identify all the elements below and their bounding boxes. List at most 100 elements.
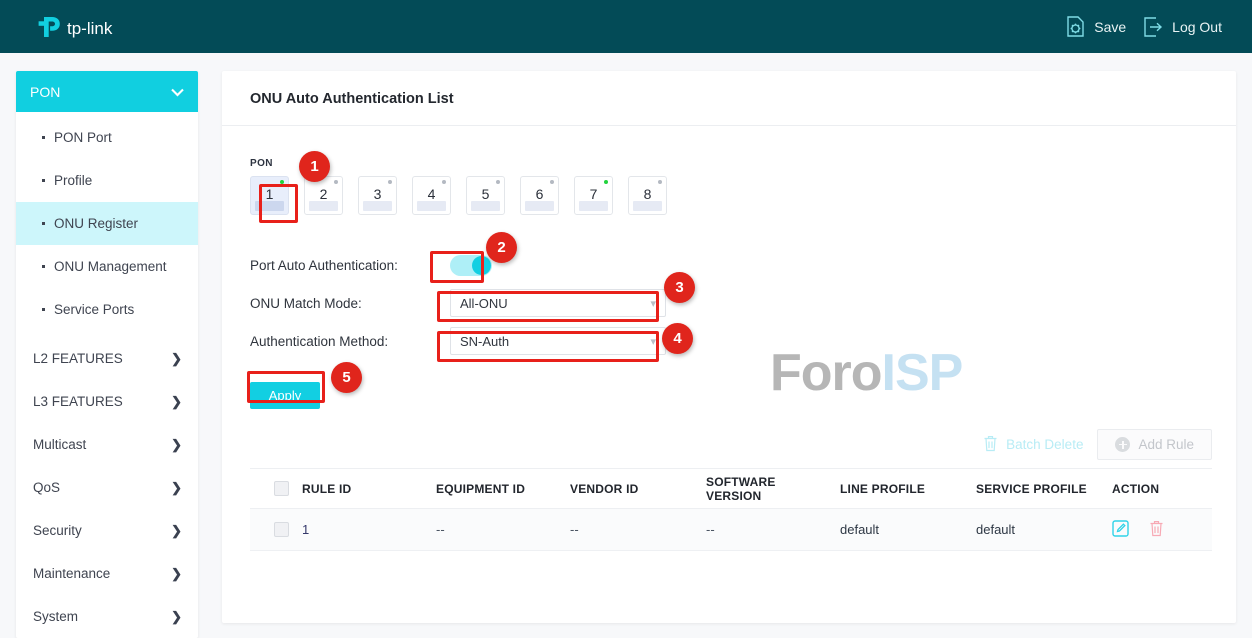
onu-match-mode-select[interactable]: All-ONU ▾ [450, 289, 666, 317]
cell-line-profile: default [840, 522, 880, 537]
port-number: 7 [589, 186, 598, 202]
port-status-led-icon [604, 180, 608, 184]
chevron-right-icon: ❯ [171, 522, 182, 538]
bullet-icon [42, 222, 45, 225]
header-equipment-id: EQUIPMENT ID [436, 481, 526, 496]
port-auto-authentication-toggle[interactable] [450, 254, 492, 276]
port-number: 8 [643, 186, 652, 202]
chevron-down-icon: ▾ [650, 335, 656, 348]
sidebar-item-service-ports[interactable]: Service Ports [16, 288, 198, 331]
logout-button[interactable]: Log Out [1144, 16, 1222, 37]
sidebar-item-pon-port[interactable]: PON Port [16, 116, 198, 159]
pon-port-2[interactable]: 2 [304, 176, 343, 215]
pon-port-1[interactable]: 1 [250, 176, 289, 215]
port-number: 1 [265, 186, 274, 202]
sidebar-item-label: ONU Management [54, 259, 167, 274]
select-all-checkbox[interactable] [274, 481, 289, 496]
sidebar-item-label: ONU Register [54, 216, 139, 231]
sidebar-section-l3-features[interactable]: L3 FEATURES ❯ [16, 380, 198, 423]
pon-port-7[interactable]: 7 [574, 176, 613, 215]
port-status-led-icon [388, 180, 392, 184]
sidebar-section-l2-features[interactable]: L2 FEATURES ❯ [16, 337, 198, 380]
sidebar-section-label: L2 FEATURES [33, 351, 123, 366]
sidebar-section-multicast[interactable]: Multicast ❯ [16, 423, 198, 466]
auto-authentication-table: RULE ID EQUIPMENT ID VENDOR ID SOFTWARE … [250, 468, 1212, 551]
apply-button[interactable]: Apply [250, 382, 320, 409]
chevron-right-icon: ❯ [171, 350, 182, 366]
header-line-profile: LINE PROFILE [840, 481, 926, 496]
authentication-method-label: Authentication Method: [250, 333, 389, 349]
page-title: ONU Auto Authentication List [250, 91, 454, 107]
sidebar-item-onu-management[interactable]: ONU Management [16, 245, 198, 288]
sidebar-item-profile[interactable]: Profile [16, 159, 198, 202]
row-authentication-method: Authentication Method: SN-Auth ▾ [250, 322, 1236, 360]
port-status-led-icon [658, 180, 662, 184]
chevron-right-icon: ❯ [171, 608, 182, 624]
pon-port-4[interactable]: 4 [412, 176, 451, 215]
sidebar-item-onu-register[interactable]: ONU Register [16, 202, 198, 245]
main-content-card: ONU Auto Authentication List ForoISP PON… [222, 71, 1236, 623]
port-number: 5 [481, 186, 490, 202]
header-software-version: SOFTWARE VERSION [706, 475, 840, 503]
cell-service-profile: default [976, 522, 1016, 537]
batch-delete-button[interactable]: Batch Delete [983, 435, 1083, 455]
pon-port-5[interactable]: 5 [466, 176, 505, 215]
logout-arrow-icon [1144, 16, 1163, 37]
sidebar-section-security[interactable]: Security ❯ [16, 509, 198, 552]
onu-match-mode-value: All-ONU [460, 295, 508, 311]
trash-icon [983, 435, 998, 455]
sidebar-section-system[interactable]: System ❯ [16, 595, 198, 638]
port-number: 3 [373, 186, 382, 202]
logout-label: Log Out [1172, 18, 1222, 35]
sidebar-section-maintenance[interactable]: Maintenance ❯ [16, 552, 198, 595]
port-number: 4 [427, 186, 436, 202]
cell-equipment-id: -- [436, 522, 445, 537]
port-status-led-icon [442, 180, 446, 184]
sidebar-item-label: PON Port [54, 130, 112, 145]
cell-rule-id: 1 [302, 522, 310, 537]
header-software-version-line1: SOFTWARE [706, 474, 776, 489]
port-number: 2 [319, 186, 328, 202]
table-header-row: RULE ID EQUIPMENT ID VENDOR ID SOFTWARE … [250, 468, 1212, 509]
batch-delete-label: Batch Delete [1006, 437, 1084, 452]
select-all-checkbox-cell [250, 481, 302, 496]
sidebar-item-label: Profile [54, 173, 93, 188]
port-status-led-icon [496, 180, 500, 184]
row-port-auto-authentication: Port Auto Authentication: [250, 246, 1236, 284]
row-checkbox-cell [250, 522, 302, 537]
header-software-version-line2: VERSION [706, 488, 762, 503]
save-button[interactable]: Save [1066, 16, 1126, 37]
pon-port-6[interactable]: 6 [520, 176, 559, 215]
header-action: ACTION [1112, 481, 1160, 496]
cell-action [1112, 519, 1212, 540]
header-rule-id: RULE ID [302, 481, 352, 496]
header-service-profile: SERVICE PROFILE [976, 481, 1087, 496]
sidebar-section-qos[interactable]: QoS ❯ [16, 466, 198, 509]
add-rule-button[interactable]: Add Rule [1097, 429, 1212, 460]
edit-pencil-icon[interactable] [1112, 519, 1129, 540]
chevron-right-icon: ❯ [171, 393, 182, 409]
chevron-right-icon: ❯ [171, 436, 182, 452]
document-gear-icon [1066, 16, 1085, 37]
pon-port-8[interactable]: 8 [628, 176, 667, 215]
table-toolbar: Batch Delete Add Rule [983, 429, 1212, 460]
annotation-badge-3: 3 [664, 272, 695, 303]
table-row[interactable]: 1 -- -- -- default default [250, 509, 1212, 551]
sidebar-submenu-pon: PON Port Profile ONU Register ONU Manage… [16, 112, 198, 337]
plus-circle-icon [1115, 437, 1131, 452]
header-actions: Save Log Out [1066, 0, 1222, 53]
row-checkbox[interactable] [274, 522, 289, 537]
annotation-badge-4: 4 [662, 323, 693, 354]
bullet-icon [42, 308, 45, 311]
authentication-method-select[interactable]: SN-Auth ▾ [450, 327, 666, 355]
add-rule-label: Add Rule [1138, 437, 1194, 452]
annotation-badge-5: 5 [331, 362, 362, 393]
sidebar-section-label: System [33, 609, 79, 624]
pon-port-3[interactable]: 3 [358, 176, 397, 215]
pon-port-list: 1 2 3 4 5 6 7 8 [250, 176, 1236, 215]
pon-port-selector: PON 1 2 3 4 5 6 7 8 [222, 126, 1236, 215]
sidebar-group-pon[interactable]: PON [16, 71, 198, 112]
port-status-led-icon [280, 180, 284, 184]
cell-software-version: -- [706, 522, 715, 537]
trash-icon[interactable] [1149, 520, 1164, 540]
